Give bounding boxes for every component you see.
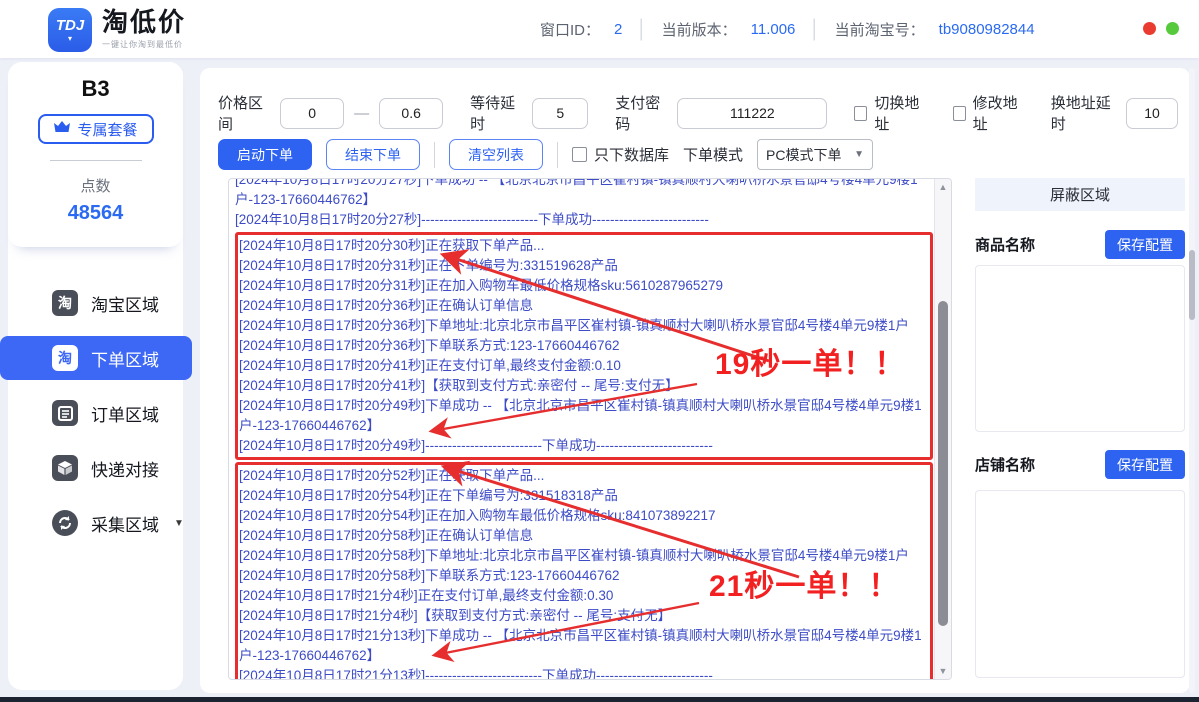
account-value: tb9080982844: [939, 21, 1035, 38]
wait-delay-label: 等待延时: [470, 92, 522, 134]
version-value: 11.006: [751, 21, 796, 38]
plan-name: B3: [8, 76, 183, 102]
crown-icon: [53, 120, 71, 138]
status-dot[interactable]: [1166, 22, 1179, 35]
order-mode-label: 下单模式: [683, 144, 743, 165]
sidebar-item-express-connect[interactable]: 快递对接: [8, 446, 183, 490]
log-scrollbar[interactable]: ▲ ▼: [934, 179, 951, 679]
log-line: [2024年10月8日17时21分13秒]下单成功 -- 【北京北京市昌平区崔村…: [239, 626, 928, 666]
refresh-icon: [52, 510, 78, 536]
block-area-title: 屏蔽区域: [975, 178, 1185, 211]
header-info: 窗口ID： 2 │ 当前版本： 11.006 │ 当前淘宝号： tb908098…: [540, 0, 1035, 58]
speed-annotation-2: 21秒一单！！: [709, 561, 899, 605]
shop-name-label: 店铺名称: [975, 454, 1035, 475]
switch-address-checkbox[interactable]: 切换地址: [854, 92, 925, 134]
order-mode-select[interactable]: PC模式下单 ▼: [757, 139, 873, 170]
account-card: B3 专属套餐 点数 48564: [8, 62, 183, 247]
taobao-icon: 淘: [52, 345, 78, 371]
log-line: [2024年10月8日17时20分27秒]-------------------…: [235, 210, 935, 230]
log-line: [2024年10月8日17时21分4秒]【获取到支付方式:亲密付 -- 尾号:支…: [239, 606, 928, 626]
settings-row: 价格区间 — 等待延时 支付密码 切换地址 修改地址 换地址延时: [218, 92, 1178, 134]
chevron-down-icon: ▼: [174, 518, 184, 529]
modify-address-checkbox[interactable]: 修改地址: [953, 92, 1024, 134]
log-line: [2024年10月8日17时20分54秒]正在下单编号为:331518318产品: [239, 486, 928, 506]
sidebar-item-taobao-area[interactable]: 淘 淘宝区域: [8, 281, 183, 325]
log-line: [2024年10月8日17时20分31秒]正在下单编号为:331519628产品: [239, 256, 928, 276]
scroll-down-icon[interactable]: ▼: [935, 666, 951, 676]
scrollbar-thumb[interactable]: [938, 301, 948, 626]
window-id-value: 2: [614, 21, 622, 38]
version-label: 当前版本：: [662, 19, 737, 40]
db-only-checkbox[interactable]: 只下数据库: [572, 144, 669, 165]
app-logo: TDJ▾ 淘低价 一键让你淘到最低价: [48, 8, 186, 52]
goods-name-textarea[interactable]: [975, 265, 1185, 432]
clipboard-icon: [52, 400, 78, 426]
sidebar-item-order-placing-area[interactable]: 淘 下单区域: [0, 336, 192, 380]
close-window-dot[interactable]: [1143, 22, 1156, 35]
vip-package-button[interactable]: 专属套餐: [38, 114, 154, 144]
start-order-button[interactable]: 启动下单: [218, 139, 312, 170]
log-line: [2024年10月8日17时20分58秒]正在确认订单信息: [239, 526, 928, 546]
divider: │: [809, 19, 820, 40]
log-line: [2024年10月8日17时20分30秒]正在获取下单产品...: [239, 236, 928, 256]
main-panel: 价格区间 — 等待延时 支付密码 切换地址 修改地址 换地址延时 启动下单 结束…: [200, 68, 1190, 693]
scrollbar-thumb[interactable]: [1189, 250, 1195, 320]
wait-delay-input[interactable]: [532, 98, 588, 129]
log-line: [2024年10月8日17时20分49秒]-------------------…: [239, 436, 928, 456]
divider: [557, 142, 558, 168]
save-shop-config-button[interactable]: 保存配置: [1105, 450, 1185, 479]
window-id-label: 窗口ID：: [540, 19, 600, 40]
block-settings-panel: 屏蔽区域 商品名称 保存配置 店铺名称 保存配置: [975, 178, 1185, 211]
address-delay-label: 换地址延时: [1051, 92, 1116, 134]
shop-name-textarea[interactable]: [975, 490, 1185, 678]
scroll-up-icon[interactable]: ▲: [935, 182, 951, 192]
log-line: [2024年10月8日17时20分52秒]正在获取下单产品...: [239, 466, 928, 486]
log-line: [2024年10月8日17时20分49秒]下单成功 -- 【北京北京市昌平区崔村…: [239, 396, 928, 436]
price-min-input[interactable]: [280, 98, 344, 129]
log-line: [2024年10月8日17时20分27秒]下单成功 -- 【北京北京市昌平区崔村…: [235, 178, 935, 210]
log-line: [2024年10月8日17时20分36秒]正在确认订单信息: [239, 296, 928, 316]
save-goods-config-button[interactable]: 保存配置: [1105, 230, 1185, 259]
divider: [434, 142, 435, 168]
sidebar-menu: 淘 淘宝区域 淘 下单区域 订单区域 快递对接 采集区域 ▼: [8, 281, 183, 545]
price-range-label: 价格区间: [218, 92, 270, 134]
order-log[interactable]: [2024年10月8日17时20分27秒]下单成功 -- 【北京北京市昌平区崔村…: [228, 178, 952, 680]
window-scrollbar[interactable]: [1189, 68, 1195, 693]
taobao-icon: 淘: [52, 290, 78, 316]
divider: [50, 160, 142, 161]
app-tagline: 一键让你淘到最低价: [102, 39, 186, 50]
log-line: [2024年10月8日17时21分13秒]-------------------…: [239, 666, 928, 680]
goods-name-label: 商品名称: [975, 234, 1035, 255]
stop-order-button[interactable]: 结束下单: [326, 139, 420, 170]
pay-password-input[interactable]: [677, 98, 827, 129]
chevron-down-icon: ▼: [854, 149, 864, 160]
divider: │: [636, 19, 647, 40]
package-icon: [52, 455, 78, 481]
log-line: [2024年10月8日17时20分31秒]正在加入购物车最低价格规格sku:56…: [239, 276, 928, 296]
price-max-input[interactable]: [379, 98, 443, 129]
bottom-bar: [0, 697, 1199, 702]
account-label: 当前淘宝号：: [835, 19, 925, 40]
sidebar-item-orders-area[interactable]: 订单区域: [8, 391, 183, 435]
points-label: 点数: [8, 175, 183, 196]
checkbox-icon: [572, 147, 587, 162]
address-delay-input[interactable]: [1126, 98, 1178, 129]
speed-annotation-1: 19秒一单！！: [715, 339, 905, 383]
points-value: 48564: [8, 202, 183, 225]
sidebar: B3 专属套餐 点数 48564 淘 淘宝区域 淘 下单区域 订单区域: [8, 62, 183, 690]
pay-password-label: 支付密码: [615, 92, 667, 134]
app-header: TDJ▾ 淘低价 一键让你淘到最低价 窗口ID： 2 │ 当前版本： 11.00…: [0, 0, 1199, 58]
checkbox-icon: [953, 106, 966, 121]
logo-badge-icon: TDJ▾: [48, 8, 92, 52]
log-line: [2024年10月8日17时20分54秒]正在加入购物车最低价格规格sku:84…: [239, 506, 928, 526]
app-title: 淘低价: [102, 8, 186, 37]
clear-list-button[interactable]: 清空列表: [449, 139, 543, 170]
actions-row: 启动下单 结束下单 清空列表 只下数据库 下单模式 PC模式下单 ▼: [218, 139, 1178, 170]
log-lines-previous: [2024年10月8日17时20分27秒]下单成功 -- 【北京北京市昌平区崔村…: [235, 178, 935, 230]
log-line: [2024年10月8日17时20分36秒]下单地址:北京北京市昌平区崔村镇-镇真…: [239, 316, 928, 336]
checkbox-icon: [854, 106, 867, 121]
range-dash: —: [354, 105, 369, 122]
sidebar-item-collect-area[interactable]: 采集区域 ▼: [8, 501, 183, 545]
